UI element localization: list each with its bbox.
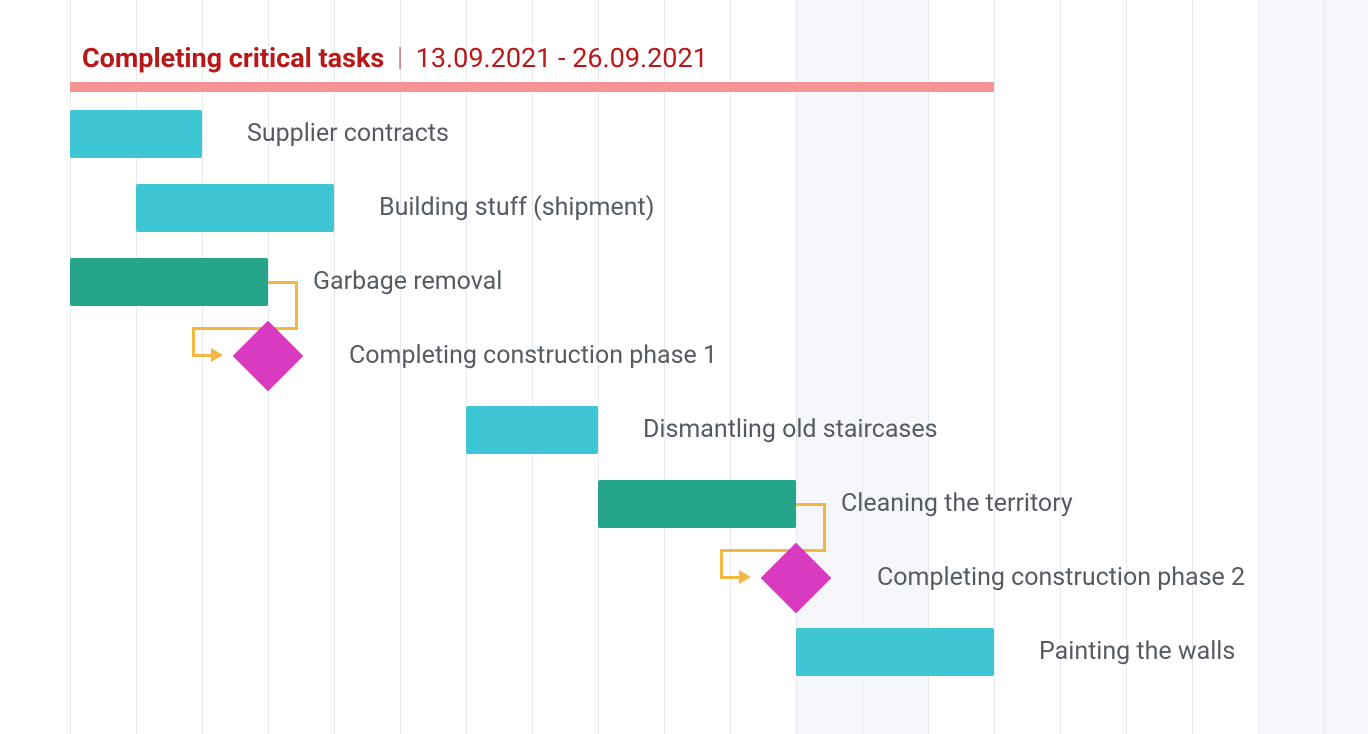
task-label: Dismantling old staircases bbox=[643, 406, 937, 454]
gridline bbox=[730, 0, 731, 734]
dependency-connector bbox=[796, 503, 826, 506]
gridline bbox=[1126, 0, 1127, 734]
gridline bbox=[796, 0, 797, 734]
chart-title: Completing critical tasks 13.09.2021 - 2… bbox=[82, 42, 708, 74]
gridline bbox=[1324, 0, 1325, 734]
dependency-connector bbox=[192, 327, 195, 357]
gridline bbox=[1258, 0, 1259, 734]
summary-bar[interactable] bbox=[70, 82, 994, 92]
milestone-phase1[interactable] bbox=[233, 321, 304, 392]
task-bar-building[interactable] bbox=[136, 184, 334, 232]
dependency-connector bbox=[268, 281, 298, 284]
chart-date-range: 13.09.2021 - 26.09.2021 bbox=[416, 42, 708, 74]
task-bar-garbage[interactable] bbox=[70, 258, 268, 306]
dependency-connector bbox=[295, 281, 298, 330]
task-bar-cleaning[interactable] bbox=[598, 480, 796, 528]
task-bar-painting[interactable] bbox=[796, 628, 994, 676]
gridline bbox=[1192, 0, 1193, 734]
dependency-connector bbox=[192, 327, 298, 330]
task-label: Supplier contracts bbox=[247, 110, 449, 158]
gridline bbox=[1060, 0, 1061, 734]
task-label: Building stuff (shipment) bbox=[379, 184, 654, 232]
gridline bbox=[928, 0, 929, 734]
dependency-connector bbox=[720, 549, 723, 579]
task-bar-supplier[interactable] bbox=[70, 110, 202, 158]
dependency-connector bbox=[720, 549, 826, 552]
task-bar-dismantle[interactable] bbox=[466, 406, 598, 454]
gridline bbox=[202, 0, 203, 734]
task-label: Cleaning the territory bbox=[841, 480, 1073, 528]
gridline bbox=[862, 0, 863, 734]
task-label: Completing construction phase 1 bbox=[349, 332, 717, 380]
weekend-shade bbox=[1258, 0, 1368, 734]
task-label: Garbage removal bbox=[313, 258, 502, 306]
title-separator bbox=[399, 47, 401, 69]
dependency-connector bbox=[823, 503, 826, 552]
dependency-arrow-icon bbox=[739, 570, 751, 584]
dependency-arrow-icon bbox=[211, 348, 223, 362]
gridline bbox=[994, 0, 995, 734]
task-label: Completing construction phase 2 bbox=[877, 554, 1245, 602]
task-label: Painting the walls bbox=[1039, 628, 1235, 676]
chart-title-text: Completing critical tasks bbox=[82, 42, 384, 74]
gantt-chart: Completing critical tasks 13.09.2021 - 2… bbox=[0, 0, 1368, 734]
